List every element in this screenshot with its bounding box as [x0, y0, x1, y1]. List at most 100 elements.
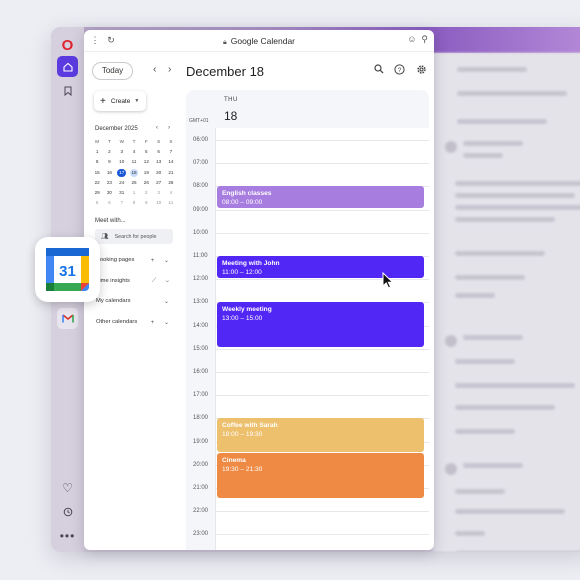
mini-calendar-day[interactable]: 20	[152, 169, 164, 178]
mini-calendar-day[interactable]: 7	[165, 148, 177, 157]
calendar-event[interactable]: Cinema 19:30 – 21:30	[217, 453, 424, 499]
hour-label: 12:00	[193, 276, 209, 283]
hour-label: 07:00	[193, 160, 209, 167]
hour-label: 15:00	[193, 345, 209, 352]
mini-calendar-day[interactable]: 29	[91, 189, 103, 198]
mini-calendar-day[interactable]: 8	[91, 158, 103, 167]
mini-calendar-day[interactable]: 2	[140, 189, 152, 198]
mini-calendar-day[interactable]: 12	[140, 158, 152, 167]
hour-label: 23:00	[193, 531, 209, 538]
weekday-header: T	[132, 139, 136, 144]
hour-label: 20:00	[193, 461, 209, 468]
mini-calendar-day[interactable]: 10	[116, 158, 128, 167]
mini-calendar-day[interactable]: 31	[116, 189, 128, 198]
chevron-down-icon: ▼	[134, 98, 140, 104]
hour-gridline	[216, 372, 429, 373]
hour-gridline	[216, 348, 429, 350]
mini-calendar-day[interactable]: 10	[152, 199, 164, 208]
history-icon[interactable]	[57, 501, 78, 522]
mini-calendar-day[interactable]: 6	[103, 199, 115, 208]
mini-calendar-day[interactable]: 9	[103, 158, 115, 167]
mini-calendar-day[interactable]: 26	[140, 179, 152, 188]
mini-next-month-icon[interactable]: ›	[168, 125, 170, 131]
pinboard-icon[interactable]	[57, 80, 78, 101]
today-button[interactable]: Today	[92, 62, 133, 80]
plus-chevron-icon[interactable]: + ⌄	[151, 257, 173, 264]
mini-prev-month-icon[interactable]: ‹	[156, 125, 158, 131]
event-time: 18:00 – 19:30	[222, 431, 263, 439]
calendar-event[interactable]: Coffee with Sarah 18:00 – 19:30	[217, 418, 424, 452]
mini-calendar-day[interactable]: 13	[152, 158, 164, 167]
event-time: 19:30 – 21:30	[222, 466, 263, 474]
home-icon[interactable]	[57, 56, 78, 77]
mini-calendar-month: December 2025	[95, 126, 138, 132]
hour-label: 09:00	[193, 206, 209, 213]
mini-calendar-day[interactable]: 4	[165, 189, 177, 198]
meet-with-label: Meet with...	[95, 218, 126, 224]
mini-calendar-day[interactable]: 24	[116, 179, 128, 188]
mini-calendar-day[interactable]: 18	[129, 168, 139, 178]
mini-calendar-day[interactable]: 3	[116, 148, 128, 157]
calendar-event[interactable]: English classes 08:00 – 09:00	[217, 186, 424, 209]
calendar-event[interactable]: Weekly meeting 13:00 – 15:00	[217, 302, 424, 348]
mini-calendar-day[interactable]: 30	[103, 189, 115, 198]
hour-gridline	[216, 395, 429, 397]
mini-calendar-day[interactable]: 16	[103, 169, 115, 178]
mini-calendar-day[interactable]: 21	[165, 169, 177, 178]
mini-calendar-day[interactable]: 19	[140, 169, 152, 178]
plus-chevron-icon[interactable]: + ⌄	[151, 319, 173, 326]
heart-icon[interactable]: ♡	[57, 477, 78, 498]
pin-icon[interactable]: ⚲	[421, 34, 428, 45]
trend-chevron-icon[interactable]: ⟋ ⌄	[152, 278, 173, 285]
mini-calendar-day[interactable]: 15	[91, 169, 103, 178]
event-time: 11:00 – 12:00	[222, 269, 262, 276]
google-calendar-app-icon[interactable]: 31	[35, 237, 100, 302]
hour-label: 06:00	[193, 137, 209, 143]
mini-calendar-day[interactable]: 11	[128, 158, 140, 167]
hour-label: 14:00	[193, 322, 209, 329]
mini-calendar-day[interactable]: 22	[91, 179, 103, 188]
hour-gridline	[216, 279, 429, 281]
mini-calendar-day[interactable]: 8	[128, 199, 140, 208]
opera-logo-icon[interactable]: O	[57, 35, 78, 56]
mini-calendar-grid: M T W T F S S 1 2 3 4 5 6 7 8 9 10 11 12 13 14 15 16 17 18 19 20 21…	[91, 138, 177, 208]
mini-calendar-day[interactable]: 17	[117, 168, 127, 178]
mini-calendar-day[interactable]: 23	[103, 179, 115, 188]
help-icon[interactable]: ?	[394, 64, 405, 78]
time-grid[interactable]: English classes 08:00 – 09:00 Meeting with…	[215, 128, 429, 550]
emoji-icon[interactable]: ☺	[407, 34, 416, 45]
weekday-header: T	[108, 139, 111, 144]
create-button[interactable]: + Create ▼	[94, 91, 146, 111]
day-number[interactable]: 18	[224, 109, 237, 123]
gmail-icon[interactable]	[57, 308, 78, 329]
mini-calendar-day[interactable]: 25	[128, 179, 140, 188]
mini-calendar-day[interactable]: 7	[116, 199, 128, 208]
mini-calendar-day[interactable]: 27	[152, 179, 164, 188]
gcal-icon-number: 31	[59, 263, 76, 280]
mini-calendar-day[interactable]: 2	[103, 148, 115, 157]
people-search-input[interactable]: 👥︎ Search for people	[95, 229, 173, 244]
chevron-down-icon[interactable]: ⌄	[164, 298, 173, 305]
event-title: English classes	[222, 190, 272, 198]
mini-calendar-day[interactable]: 4	[128, 148, 140, 157]
address-title: 🔒︎ Google Calendar	[223, 36, 295, 46]
gear-icon[interactable]	[416, 64, 427, 78]
mini-calendar-day[interactable]: 9	[140, 199, 152, 208]
background-email-view	[433, 53, 580, 552]
mini-calendar-day[interactable]: 28	[165, 179, 177, 188]
mini-calendar-day[interactable]: 14	[165, 158, 177, 167]
mini-calendar-day[interactable]: 3	[152, 189, 164, 198]
more-icon[interactable]: •••	[57, 525, 78, 546]
mini-calendar-day[interactable]: 1	[128, 189, 140, 198]
next-day-icon[interactable]: ›	[168, 64, 171, 75]
mini-calendar-day[interactable]: 11	[165, 199, 177, 208]
weekday-header: S	[169, 139, 173, 144]
mini-calendar-day[interactable]: 5	[140, 148, 152, 157]
hour-label: 08:00	[193, 183, 209, 190]
event-time: 13:00 – 15:00	[222, 315, 263, 323]
mini-calendar-day[interactable]: 5	[91, 199, 103, 208]
mini-calendar-day[interactable]: 6	[152, 148, 164, 157]
mini-calendar-day[interactable]: 1	[91, 148, 103, 157]
search-icon[interactable]	[374, 64, 384, 77]
previous-day-icon[interactable]: ‹	[153, 64, 156, 75]
